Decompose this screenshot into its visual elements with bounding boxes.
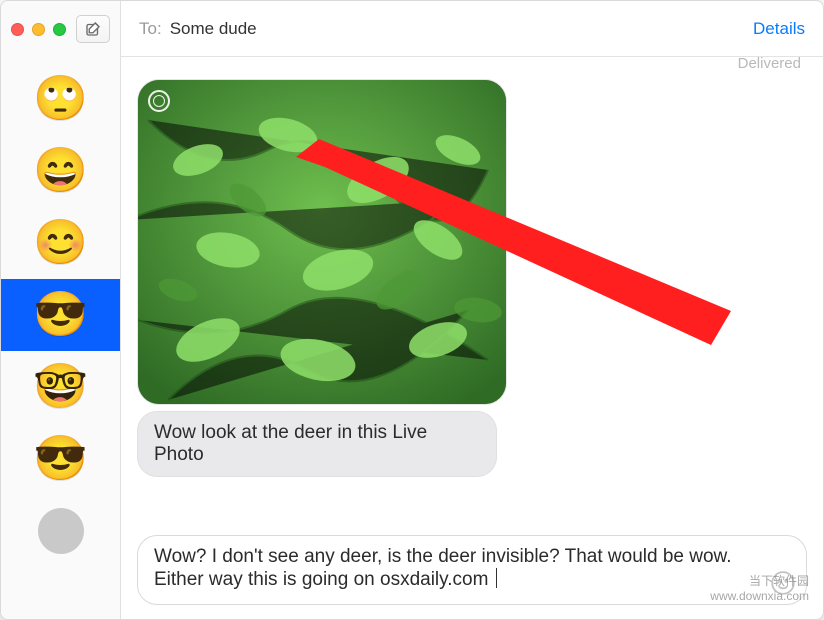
incoming-image-bubble[interactable]	[137, 79, 507, 405]
delivered-status: Delivered	[738, 57, 801, 72]
conversation-item[interactable]: 😄	[1, 135, 120, 207]
avatar-emoji: 😄	[33, 149, 88, 193]
message-thread[interactable]: Delivered	[121, 57, 823, 525]
avatar-emoji: 😎	[33, 293, 88, 337]
message-input[interactable]: Wow? I don't see any deer, is the deer i…	[137, 535, 807, 605]
composer-text: Wow? I don't see any deer, is the deer i…	[154, 546, 732, 590]
traffic-lights	[11, 23, 66, 36]
zoom-icon[interactable]	[53, 23, 66, 36]
to-label: To:	[139, 19, 162, 39]
conversation-item-selected[interactable]: 😎	[1, 279, 120, 351]
compose-button[interactable]	[76, 15, 110, 43]
details-button[interactable]: Details	[753, 19, 805, 39]
composer-area: Wow? I don't see any deer, is the deer i…	[121, 525, 823, 619]
conversation-item[interactable]: 😎	[1, 423, 120, 495]
emoji-picker-icon[interactable]	[770, 570, 796, 596]
conversation-header: To: Some dude Details	[121, 1, 823, 57]
messages-window: 🙄 😄 😊 😎 🤓 😎 To: Some dude Details Delive…	[0, 0, 824, 620]
live-photo-image	[138, 80, 507, 405]
live-photo-icon	[148, 90, 170, 112]
main-pane: To: Some dude Details Delivered	[121, 1, 823, 619]
avatar-emoji: 😊	[33, 221, 88, 265]
avatar-placeholder	[38, 508, 84, 554]
conversation-item[interactable]: 😊	[1, 207, 120, 279]
minimize-icon[interactable]	[32, 23, 45, 36]
conversation-item[interactable]: 🙄	[1, 63, 120, 135]
recipient-name[interactable]: Some dude	[170, 19, 257, 39]
avatar-emoji: 🤓	[33, 365, 88, 409]
incoming-text: Wow look at the deer in this Live Photo	[154, 422, 427, 465]
conversation-list[interactable]: 🙄 😄 😊 😎 🤓 😎	[1, 57, 120, 619]
text-cursor	[496, 568, 497, 588]
avatar-emoji: 😎	[33, 437, 88, 481]
close-icon[interactable]	[11, 23, 24, 36]
incoming-text-bubble[interactable]: Wow look at the deer in this Live Photo	[137, 411, 497, 477]
conversation-sidebar: 🙄 😄 😊 😎 🤓 😎	[1, 1, 121, 619]
window-titlebar	[1, 1, 120, 57]
avatar-emoji: 🙄	[33, 77, 88, 121]
conversation-item[interactable]: 🤓	[1, 351, 120, 423]
conversation-item[interactable]	[1, 495, 120, 567]
